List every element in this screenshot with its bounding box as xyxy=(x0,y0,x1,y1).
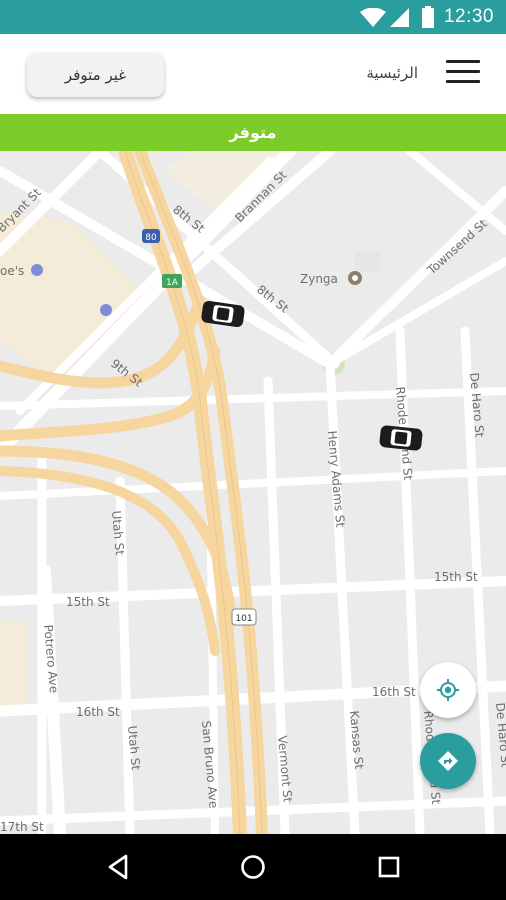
svg-text:80: 80 xyxy=(145,233,157,243)
zynga-poi[interactable]: Zynga xyxy=(300,271,362,286)
svg-text:oe's: oe's xyxy=(0,264,24,278)
recents-icon[interactable] xyxy=(374,852,404,882)
highway-shield-1a: 1A xyxy=(162,274,182,288)
highway-shield-101: 101 xyxy=(231,608,257,626)
hamburger-menu-icon[interactable] xyxy=(446,60,480,88)
svg-text:1A: 1A xyxy=(166,278,179,288)
signal-icon xyxy=(390,8,409,27)
svg-text:16th St: 16th St xyxy=(372,685,416,699)
svg-text:17th St: 17th St xyxy=(0,820,44,834)
battery-icon xyxy=(422,6,434,28)
highway-shield-80: 80 xyxy=(142,229,160,243)
car-icon[interactable] xyxy=(379,425,423,451)
directions-icon xyxy=(438,751,458,771)
svg-text:16th St: 16th St xyxy=(76,705,120,719)
poi-marker xyxy=(31,264,43,276)
my-location-button[interactable] xyxy=(420,662,476,718)
wifi-icon xyxy=(360,8,386,27)
poi-marker xyxy=(100,304,112,316)
availability-status-banner: متوفر xyxy=(0,114,506,151)
system-nav-bar xyxy=(0,834,506,900)
page-title: الرئيسية xyxy=(366,64,418,82)
map-view[interactable]: 80 1A 101 Zynga Bryant St oe's 8th St Br… xyxy=(0,151,506,834)
my-location-icon xyxy=(437,679,459,701)
svg-text:101: 101 xyxy=(235,614,252,624)
clock: 12:30 xyxy=(443,6,494,27)
go-offline-button[interactable]: غير متوفر xyxy=(27,53,164,97)
svg-text:15th St: 15th St xyxy=(434,570,478,584)
back-icon[interactable] xyxy=(104,852,134,882)
status-bar: 12:30 xyxy=(0,0,506,34)
svg-text:Zynga: Zynga xyxy=(300,272,338,286)
directions-button[interactable] xyxy=(420,733,476,789)
svg-text:15th St: 15th St xyxy=(66,595,110,609)
app-bar: غير متوفر الرئيسية xyxy=(0,34,506,114)
home-icon[interactable] xyxy=(238,852,268,882)
